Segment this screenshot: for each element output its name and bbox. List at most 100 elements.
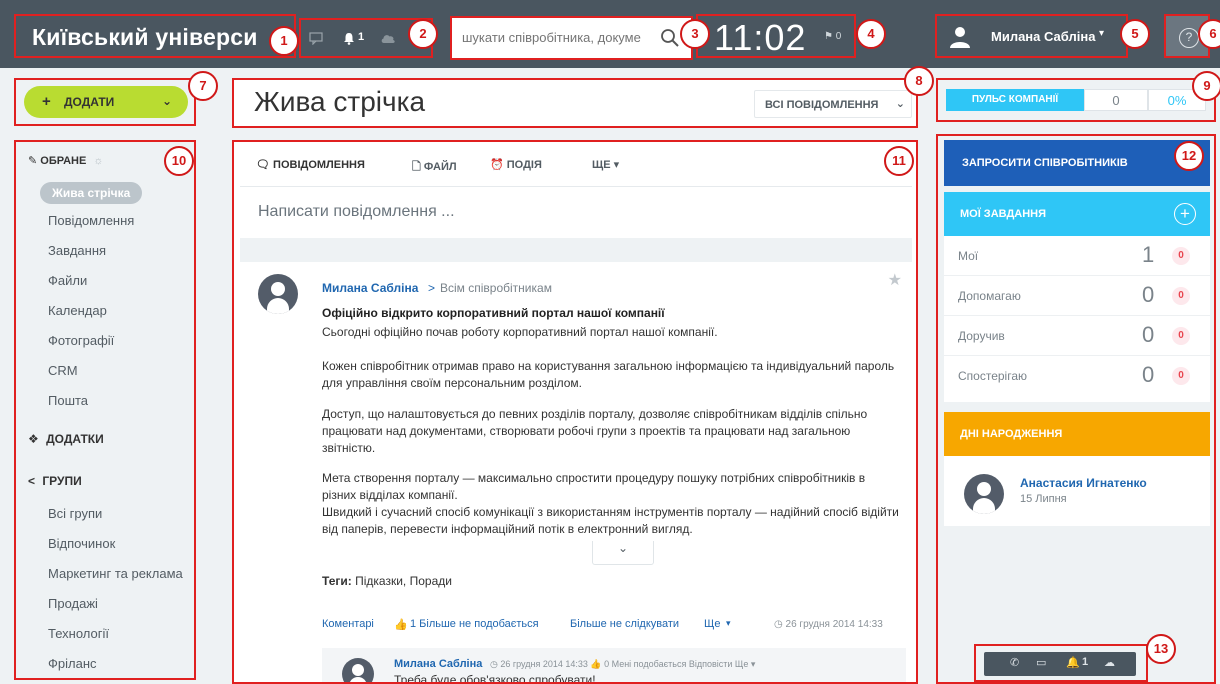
like-icon: 👍 (394, 619, 408, 631)
alarm-icon: ⏰ (490, 159, 504, 171)
compose-message[interactable]: Написати повідомлення ... (240, 186, 912, 238)
chevron-down-icon[interactable]: ▾ (726, 618, 731, 629)
search-input[interactable] (462, 30, 650, 45)
user-menu[interactable]: Милана Сабліна ▾ (935, 14, 1128, 58)
post-paragraph: Кожен співробітник отримав право на кори… (322, 359, 895, 390)
birthdays-header[interactable]: ДНІ НАРОДЖЕННЯ (944, 412, 1210, 456)
sidebar-item-files[interactable]: Файли (48, 273, 87, 288)
avatar-body (349, 677, 367, 682)
sidebar-item-messages[interactable]: Повідомлення (48, 213, 134, 228)
chat-icon[interactable]: ▭ (1036, 656, 1046, 669)
tab-message[interactable]: 🗨 ПОВІДОМЛЕННЯ (256, 158, 365, 171)
user-icon (950, 27, 970, 48)
callout-3: 3 (680, 19, 710, 49)
callout-11: 11 (884, 146, 914, 176)
flag-icon: ⚑ (824, 31, 833, 42)
company-logo[interactable]: Київський універси (32, 24, 258, 51)
callout-8: 8 (904, 66, 934, 96)
sidebar-item-crm[interactable]: CRM (48, 363, 78, 378)
post-arrow: > (428, 281, 436, 295)
user-name[interactable]: Милана Сабліна (991, 29, 1095, 44)
help-icon[interactable]: ? (1179, 28, 1199, 48)
bell-icon[interactable]: 🔔 (1066, 656, 1080, 669)
comment-meta[interactable]: ◷ 26 грудня 2014 14:33 👍 0 Мені подобаєт… (490, 659, 755, 670)
comment-author[interactable]: Милана Сабліна (394, 658, 482, 670)
task-row-watching[interactable]: Спостерігаю 0 0 (944, 356, 1210, 396)
unlike-link[interactable]: 1 Більше не подобається (410, 618, 539, 630)
sidebar-item-calendar[interactable]: Календар (48, 303, 107, 318)
feed-filter-select[interactable]: ВСІ ПОВІДОМЛЕННЯ ⌄ (754, 90, 912, 118)
comment-text: Треба буде обов'язково спробувати! (394, 673, 596, 684)
add-button[interactable]: + ДОДАТИ ⌄ (24, 86, 188, 118)
avatar[interactable] (342, 658, 374, 682)
invite-employees-button[interactable]: ЗАПРОСИТИ СПІВРОБІТНИКІВ (944, 140, 1210, 186)
post-author[interactable]: Милана Сабліна (322, 281, 418, 295)
clock[interactable]: 11:02 (714, 17, 806, 59)
avatar[interactable] (964, 474, 1004, 514)
favorites-header[interactable]: ✎ ОБРАНЕ ☼ (28, 154, 104, 167)
top-header: Київський універси 1 11:02 ⚑ 0 Милана Са… (0, 0, 1220, 68)
sidebar-item-group[interactable]: Фріланс (48, 656, 97, 671)
sidebar-item-all-groups[interactable]: Всі групи (48, 506, 102, 521)
messenger-bar-area: ✆ ▭ 🔔 1 ☁ (974, 644, 1148, 682)
pulse-label: ПУЛЬС КОМПАНІЇ (946, 89, 1084, 111)
unfollow-link[interactable]: Більше не слідкувати (570, 618, 679, 630)
task-row-assisting[interactable]: Допомагаю 0 0 (944, 276, 1210, 316)
clock-area[interactable]: 11:02 ⚑ 0 (696, 14, 856, 58)
bell-icon[interactable] (343, 32, 355, 45)
logo-area[interactable]: Київський універси (14, 14, 296, 58)
task-badge: 0 (1172, 287, 1190, 305)
gear-icon[interactable]: ☼ (93, 155, 103, 167)
phone-icon[interactable]: ✆ (1010, 656, 1019, 669)
page-header: Жива стрічка ВСІ ПОВІДОМЛЕННЯ ⌄ (232, 78, 918, 128)
birthday-name[interactable]: Анастасия Игнатенко (1020, 476, 1147, 490)
callout-12: 12 (1174, 141, 1204, 171)
cloud-icon[interactable]: ☁ (1104, 656, 1115, 669)
post-paragraph: Доступ, що налаштовується до певних розд… (322, 407, 868, 455)
sidebar-item-mail[interactable]: Пошта (48, 393, 88, 408)
cloud-icon[interactable] (380, 32, 396, 44)
post-paragraph: Сьогодні офіційно почав роботу корпорати… (322, 325, 718, 339)
post-paragraph: Мета створення порталу — максимально спр… (322, 471, 866, 502)
messenger-bar: ✆ ▭ 🔔 1 ☁ (984, 652, 1136, 676)
chevron-down-icon[interactable]: ▾ (1099, 28, 1104, 39)
search-box[interactable] (450, 16, 693, 60)
pulse-count: 0 (1084, 89, 1148, 111)
avatar[interactable] (258, 274, 298, 314)
sidebar-item-group[interactable]: Продажі (48, 596, 98, 611)
my-tasks-widget: МОЇ ЗАВДАННЯ + Мої 1 0 Допомагаю 0 0 Дор… (944, 192, 1210, 402)
tags-list[interactable]: Підказки, Поради (355, 574, 452, 588)
add-task-icon[interactable]: + (1174, 203, 1196, 225)
comments-link[interactable]: Коментарі (322, 618, 374, 630)
expand-post-button[interactable]: ⌄ (592, 541, 654, 565)
post-title: Офіційно відкрито корпоративний портал н… (322, 306, 665, 320)
apps-icon: ❖ (28, 432, 39, 446)
task-row-assigned[interactable]: Доручив 0 0 (944, 316, 1210, 356)
message-icon: 🗨 (256, 159, 270, 171)
compose-placeholder[interactable]: Написати повідомлення ... (258, 203, 455, 221)
star-icon[interactable]: ★ (888, 270, 902, 290)
tab-more[interactable]: ЩЕ ▾ (592, 158, 619, 171)
feed-divider (240, 238, 912, 262)
groups-header[interactable]: < ГРУПИ (28, 474, 82, 488)
apps-header[interactable]: ❖ ДОДАТКИ (28, 432, 104, 446)
add-area: + ДОДАТИ ⌄ (14, 78, 196, 126)
tab-file[interactable]: 🗋 ФАЙЛ (412, 158, 457, 177)
more-link[interactable]: Ще (704, 618, 720, 630)
sidebar-item-group[interactable]: Відпочинок (48, 536, 115, 551)
pin-icon: ✎ (28, 155, 38, 167)
comment: Милана Сабліна ◷ 26 грудня 2014 14:33 👍 … (322, 648, 906, 684)
tab-event[interactable]: ⏰ ПОДІЯ (490, 158, 542, 171)
page-title: Жива стрічка (254, 86, 426, 117)
chat-icon[interactable] (309, 31, 323, 45)
flag-indicator[interactable]: ⚑ 0 (824, 31, 841, 42)
search-icon[interactable] (660, 28, 680, 48)
sidebar-item-live-feed[interactable]: Жива стрічка (40, 182, 143, 204)
sidebar-item-group[interactable]: Технології (48, 626, 109, 641)
task-row-mine[interactable]: Мої 1 0 (944, 236, 1210, 276)
sidebar-item-group[interactable]: Маркетинг та реклама (48, 566, 183, 581)
sidebar-item-tasks[interactable]: Завдання (48, 243, 106, 258)
sidebar-item-photos[interactable]: Фотографії (48, 333, 114, 348)
my-tasks-header[interactable]: МОЇ ЗАВДАННЯ + (944, 192, 1210, 236)
company-pulse[interactable]: ПУЛЬС КОМПАНІЇ 0 0% (936, 78, 1216, 122)
